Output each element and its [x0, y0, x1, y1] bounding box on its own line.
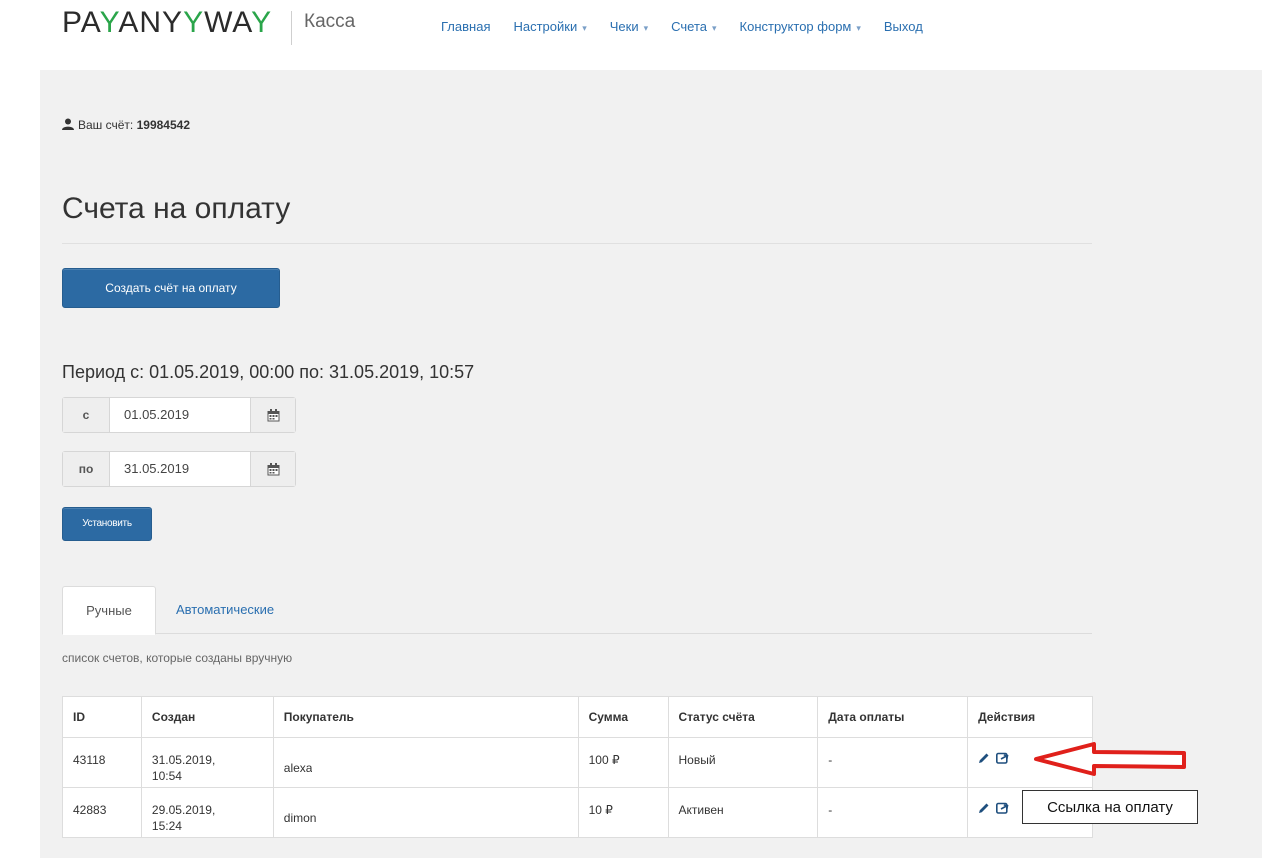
caret-down-icon: ▾	[582, 23, 587, 33]
nav-label: Выход	[883, 19, 923, 34]
nav-receipts[interactable]: Чеки ▾	[610, 19, 648, 34]
logo-part: Y	[251, 6, 273, 39]
bills-table: ID Создан Покупатель Сумма Статус счёта …	[62, 696, 1093, 838]
date-to-input[interactable]: 31.05.2019	[110, 452, 251, 486]
cell-status: Активен	[667, 787, 819, 838]
calendar-icon	[267, 462, 279, 475]
logo-part: Y	[99, 6, 119, 39]
page-title: Счета на оплату	[62, 192, 291, 225]
nav-logout[interactable]: Выход	[884, 19, 923, 34]
cell-paid-date: -	[817, 787, 969, 838]
logo-part: Y	[183, 6, 205, 39]
create-bill-button[interactable]: Создать счёт на оплату	[62, 268, 280, 308]
main-nav: Главная Настройки ▾ Чеки ▾ Счета ▾ Конструк…	[441, 19, 946, 34]
column-header[interactable]: Сумма	[577, 696, 669, 738]
nav-settings[interactable]: Настройки ▾	[513, 19, 586, 34]
created-time: 10:54	[151, 769, 182, 783]
calendar-icon	[267, 408, 279, 421]
calendar-button[interactable]	[251, 398, 295, 432]
logo-part: WA	[204, 6, 252, 39]
created-date: 31.05.2019,	[151, 753, 216, 767]
column-header[interactable]: Статус счёта	[667, 696, 819, 738]
account-number: 19984542	[136, 118, 190, 132]
period-text: Период с: 01.05.2019, 00:00 по: 31.05.20…	[62, 362, 475, 382]
cell-amount: 10 ₽	[577, 787, 669, 838]
account-label: Ваш счёт:	[78, 118, 134, 132]
nav-label: Настройки	[513, 19, 578, 34]
cell-paid-date: -	[817, 737, 969, 788]
column-header[interactable]: Дата оплаты	[817, 696, 969, 738]
column-header[interactable]: ID	[62, 696, 142, 738]
annotation-arrow-icon	[1034, 742, 1186, 776]
tab-manual[interactable]: Ручные	[62, 586, 156, 635]
cell-id: 42883	[62, 787, 142, 838]
caret-down-icon: ▾	[712, 23, 717, 33]
apply-period-button[interactable]: Установить	[62, 507, 152, 541]
top-navbar: PAYANYYWAY Касса Главная Настройки ▾ Чеки…	[0, 0, 1262, 70]
calendar-button[interactable]	[251, 452, 295, 486]
nav-form-builder[interactable]: Конструктор форм ▾	[740, 19, 861, 34]
cell-customer: alexa	[272, 737, 579, 788]
logo-part: PA	[62, 6, 100, 39]
cell-created: 29.05.2019, 15:24	[140, 787, 274, 838]
column-header: Действия	[967, 696, 1093, 738]
logo-divider	[291, 11, 292, 45]
logo-subtitle: Касса	[304, 11, 356, 32]
caret-down-icon: ▾	[643, 23, 649, 33]
customer-name: alexa	[283, 761, 313, 775]
nav-label: Главная	[441, 19, 491, 34]
cell-created: 31.05.2019, 10:54	[140, 737, 274, 788]
customer-name: dimon	[283, 811, 317, 825]
logo-part: ANY	[118, 6, 184, 39]
date-from-input[interactable]: 01.05.2019	[110, 398, 251, 432]
user-icon	[62, 118, 74, 130]
date-from-addon: с	[63, 398, 110, 432]
pencil-icon[interactable]	[978, 752, 990, 764]
tab-automatic[interactable]: Автоматические	[176, 586, 274, 633]
table-row: 42883 29.05.2019, 15:24 dimon 10 ₽ Активе…	[62, 787, 1093, 838]
cell-status: Новый	[667, 737, 819, 788]
nav-bills[interactable]: Счета ▾	[671, 19, 716, 34]
date-to-group: по 31.05.2019	[62, 451, 296, 487]
caret-down-icon: ▾	[856, 23, 861, 33]
column-header[interactable]: Покупатель	[272, 696, 579, 738]
share-link-icon[interactable]	[996, 802, 1009, 814]
nav-label: Счета	[671, 19, 707, 34]
table-row: 43118 31.05.2019, 10:54 alexa 100 ₽ Новый…	[62, 737, 1093, 788]
payanyway-logo[interactable]: PAYANYYWAY	[62, 6, 272, 40]
nav-home[interactable]: Главная	[441, 19, 490, 34]
nav-label: Чеки	[609, 19, 639, 34]
redaction-box	[312, 752, 487, 780]
tab-description: список счетов, которые созданы вручную	[62, 651, 293, 665]
created-time: 15:24	[151, 819, 182, 833]
cell-id: 43118	[62, 737, 142, 788]
bill-tabs: Ручные Автоматические	[62, 586, 1092, 635]
payment-link-tooltip: Ссылка на оплату	[1022, 790, 1198, 824]
account-info: Ваш счёт: 19984542	[62, 118, 190, 132]
created-date: 29.05.2019,	[151, 803, 216, 817]
share-link-icon[interactable]	[996, 752, 1009, 764]
table-header-row: ID Создан Покупатель Сумма Статус счёта …	[62, 696, 1093, 738]
title-divider	[62, 243, 1092, 244]
redaction-box	[316, 802, 491, 830]
date-to-addon: по	[63, 452, 110, 486]
nav-label: Конструктор форм	[739, 19, 852, 34]
cell-customer: dimon	[272, 787, 579, 838]
date-from-group: с 01.05.2019	[62, 397, 296, 433]
pencil-icon[interactable]	[978, 802, 990, 814]
cell-amount: 100 ₽	[577, 737, 669, 788]
column-header[interactable]: Создан	[140, 696, 274, 738]
